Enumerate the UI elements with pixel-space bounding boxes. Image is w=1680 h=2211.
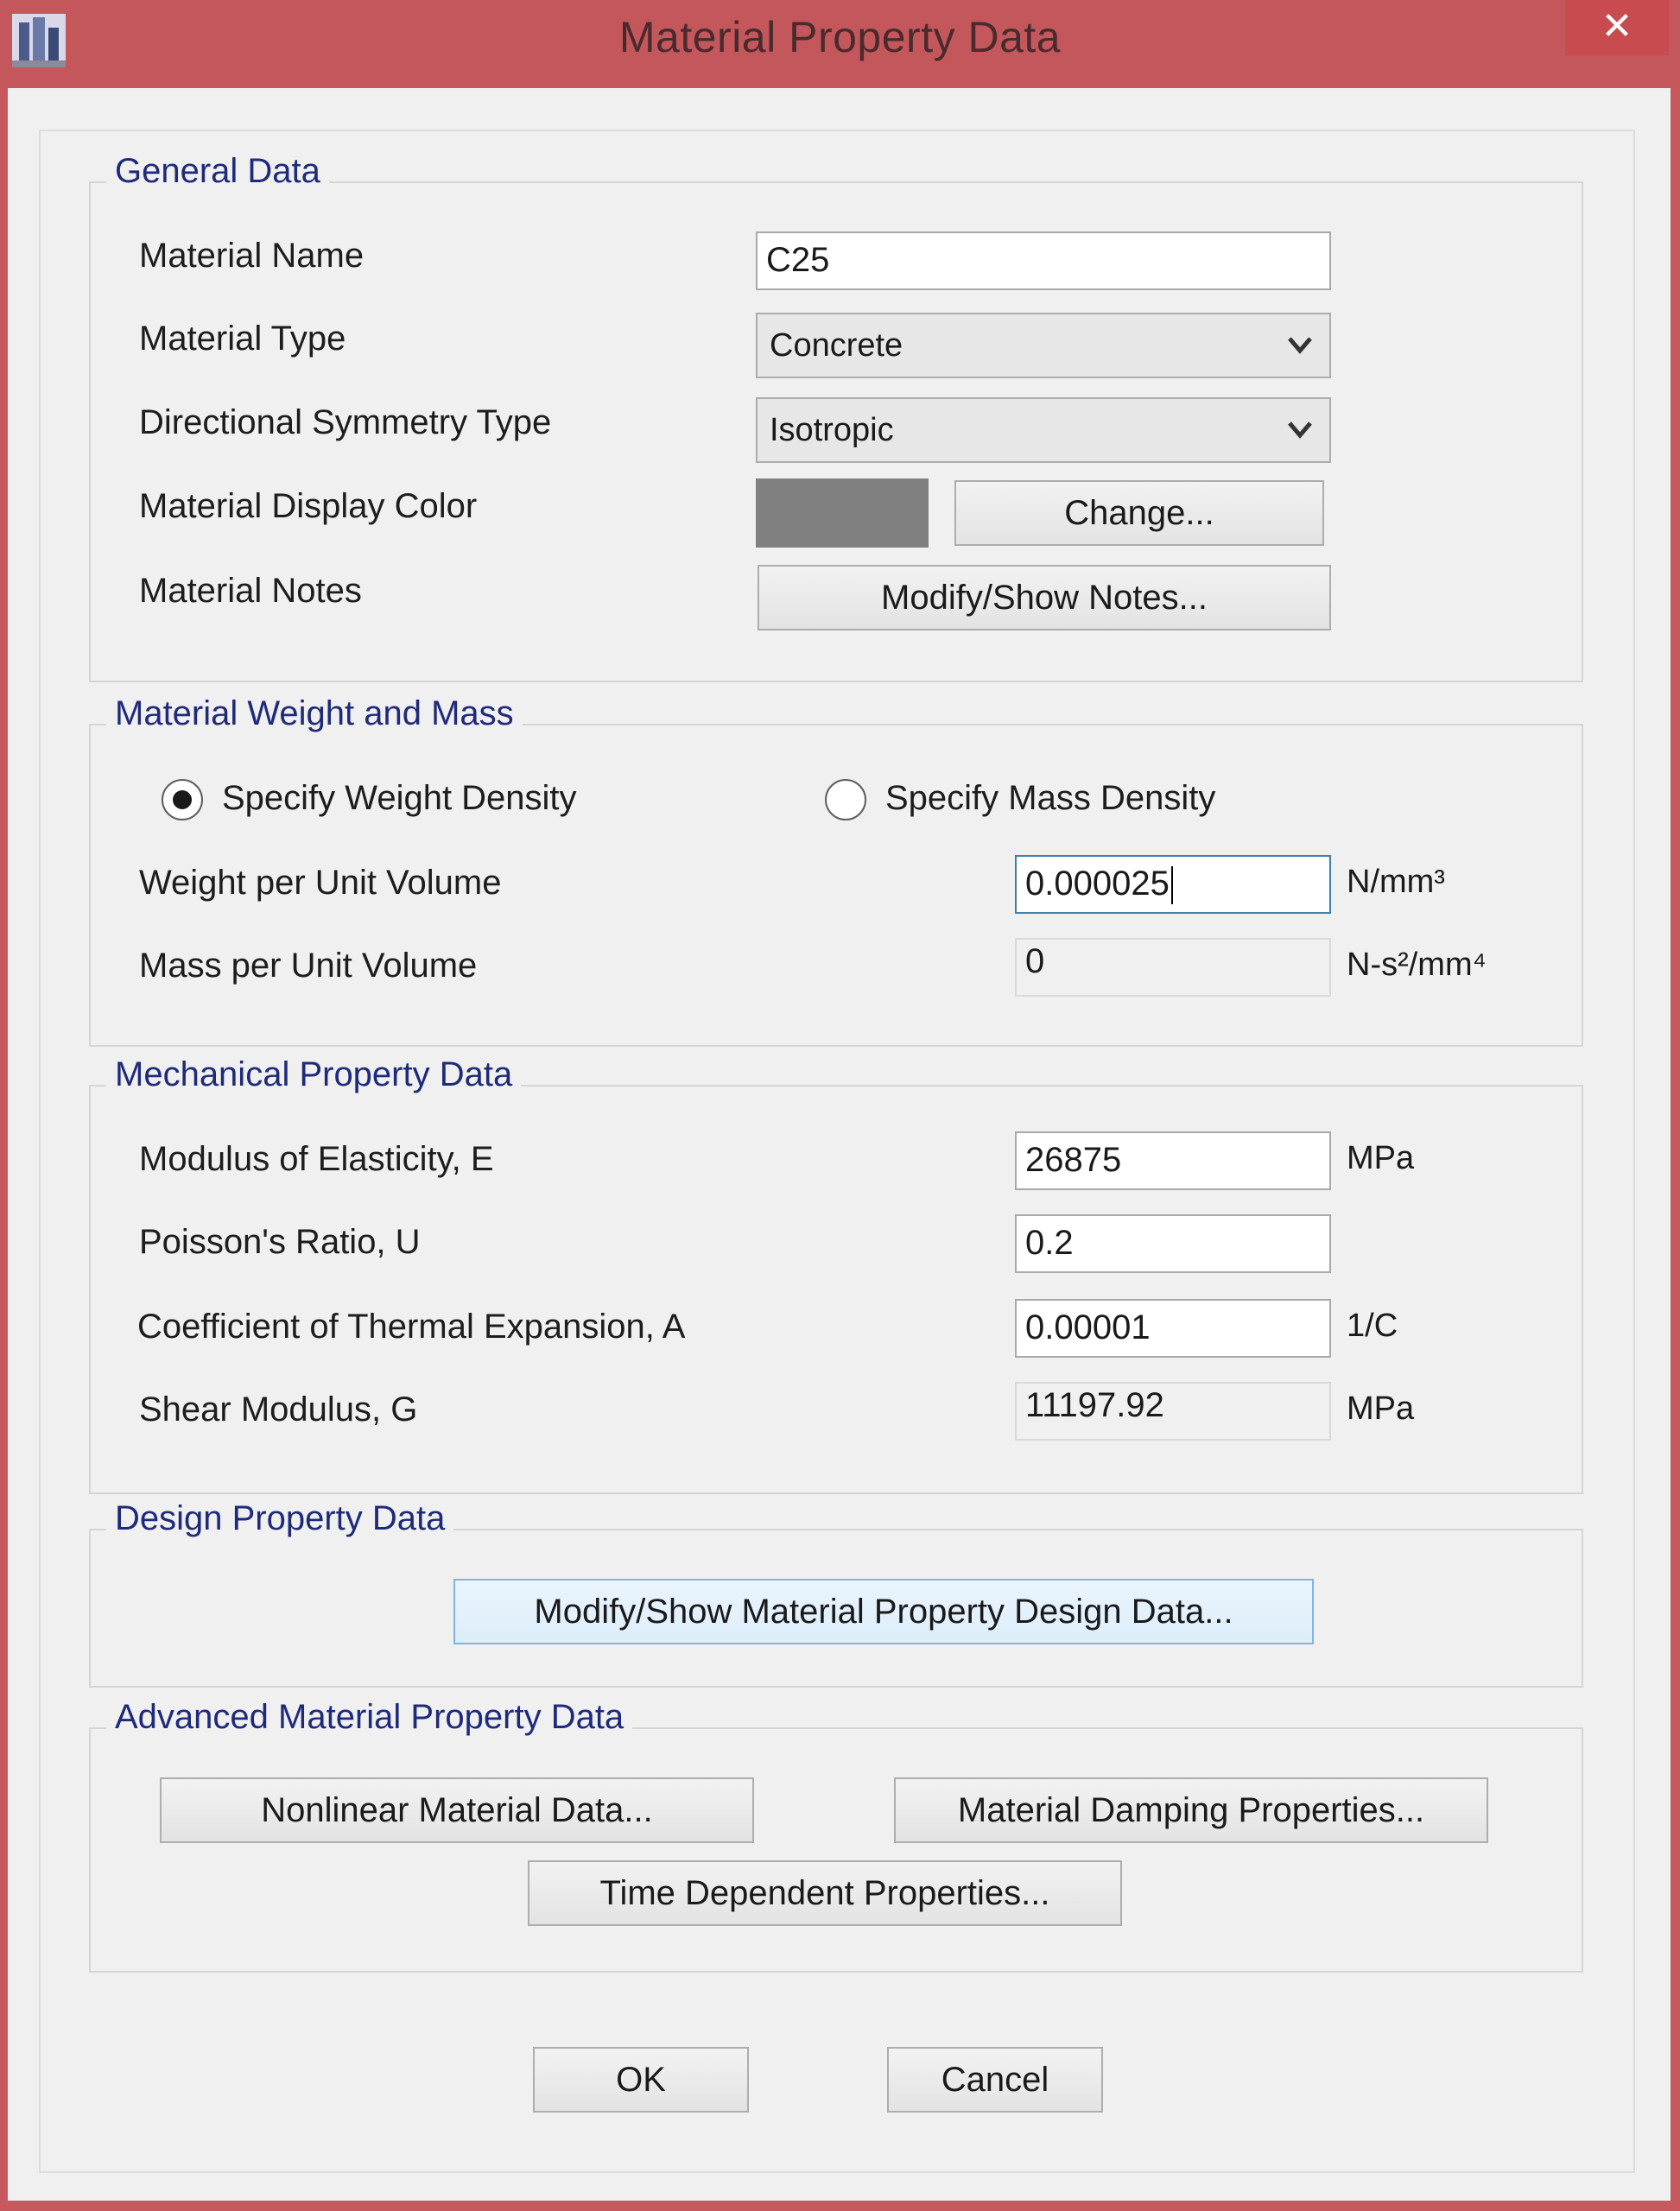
shear-modulus-unit: MPa: [1347, 1391, 1415, 1427]
group-title-mechanical: Mechanical Property Data: [106, 1055, 522, 1094]
material-name-input[interactable]: C25: [756, 231, 1331, 290]
thermal-expansion-unit: 1/C: [1347, 1308, 1398, 1344]
group-title-design: Design Property Data: [106, 1499, 454, 1538]
shear-modulus-input: 11197.92: [1015, 1382, 1331, 1441]
nonlinear-data-button[interactable]: Nonlinear Material Data...: [160, 1777, 754, 1843]
material-type-select[interactable]: Concrete: [756, 313, 1331, 378]
window-title: Material Property Data: [618, 13, 1062, 61]
group-title-advanced: Advanced Material Property Data: [106, 1698, 633, 1737]
radio-weight-density[interactable]: [162, 779, 203, 820]
dialog-window: Material Property Data ✕ General Data Ma…: [0, 0, 1680, 2211]
material-notes-label: Material Notes: [139, 572, 362, 610]
weight-mass-group: Material Weight and Mass Specify Weight …: [89, 694, 1583, 1047]
time-dependent-button[interactable]: Time Dependent Properties...: [528, 1860, 1122, 1926]
material-type-label: Material Type: [139, 320, 346, 358]
radio-mass-density-label[interactable]: Specify Mass Density: [885, 779, 1215, 818]
design-data-button[interactable]: Modify/Show Material Property Design Dat…: [453, 1579, 1314, 1644]
chevron-down-icon: [1288, 337, 1312, 354]
mechanical-data-group: Mechanical Property Data Modulus of Elas…: [89, 1055, 1583, 1494]
poissons-ratio-label: Poisson's Ratio, U: [139, 1223, 421, 1261]
symmetry-type-label: Directional Symmetry Type: [139, 403, 552, 441]
cancel-button[interactable]: Cancel: [887, 2047, 1103, 2113]
general-data-group: General Data Material Name C25 Material …: [89, 152, 1583, 682]
radio-mass-density[interactable]: [825, 779, 866, 820]
material-name-label: Material Name: [139, 237, 365, 275]
weight-unit: N/mm³: [1347, 864, 1445, 900]
modulus-elasticity-unit: MPa: [1347, 1140, 1415, 1176]
symmetry-type-value: Isotropic: [770, 412, 894, 448]
material-type-value: Concrete: [770, 327, 903, 364]
title-bar[interactable]: Material Property Data ✕: [0, 0, 1680, 86]
radio-weight-density-label[interactable]: Specify Weight Density: [222, 779, 577, 818]
advanced-data-group: Advanced Material Property Data Nonlinea…: [89, 1698, 1583, 1973]
close-button[interactable]: ✕: [1565, 0, 1669, 55]
thermal-expansion-input[interactable]: 0.00001: [1015, 1299, 1331, 1358]
group-title-weight-mass: Material Weight and Mass: [106, 694, 523, 733]
modify-notes-button[interactable]: Modify/Show Notes...: [758, 565, 1331, 630]
close-icon: ✕: [1601, 5, 1633, 48]
chevron-down-icon: [1288, 421, 1312, 439]
radio-selected-dot: [173, 790, 192, 809]
modulus-elasticity-input[interactable]: 26875: [1015, 1131, 1331, 1190]
mass-per-volume-input: 0: [1015, 938, 1331, 997]
display-color-label: Material Display Color: [139, 487, 478, 525]
thermal-expansion-label: Coefficient of Thermal Expansion, A: [137, 1308, 686, 1346]
text-caret: [1170, 866, 1173, 905]
dialog-frame: General Data Material Name C25 Material …: [39, 130, 1635, 2173]
ok-button[interactable]: OK: [533, 2047, 749, 2113]
display-color-swatch: [756, 478, 929, 548]
group-title-general: General Data: [106, 152, 329, 191]
mass-unit: N-s²/mm⁴: [1347, 947, 1487, 983]
weight-per-volume-input[interactable]: 0.000025: [1015, 855, 1331, 914]
modulus-elasticity-label: Modulus of Elasticity, E: [139, 1140, 494, 1178]
poissons-ratio-input[interactable]: 0.2: [1015, 1214, 1331, 1273]
change-color-button[interactable]: Change...: [954, 480, 1324, 546]
symmetry-type-select[interactable]: Isotropic: [756, 397, 1331, 463]
mass-per-volume-label: Mass per Unit Volume: [139, 947, 478, 985]
design-data-group: Design Property Data Modify/Show Materia…: [89, 1499, 1583, 1688]
damping-properties-button[interactable]: Material Damping Properties...: [894, 1777, 1488, 1843]
shear-modulus-label: Shear Modulus, G: [139, 1391, 418, 1429]
weight-per-volume-label: Weight per Unit Volume: [139, 864, 502, 902]
dialog-client-area: General Data Material Name C25 Material …: [8, 88, 1670, 2201]
weight-per-volume-value: 0.000025: [1025, 865, 1170, 903]
